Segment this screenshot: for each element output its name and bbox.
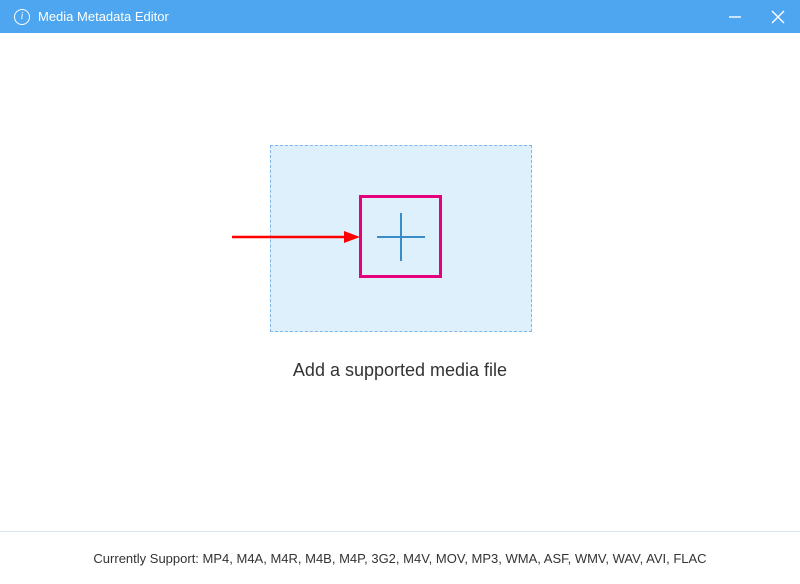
add-file-highlight[interactable] — [359, 195, 442, 278]
dropzone-caption: Add a supported media file — [0, 360, 800, 381]
minimize-button[interactable] — [728, 10, 742, 24]
window-titlebar: i Media Metadata Editor — [0, 0, 800, 33]
titlebar-controls — [728, 9, 786, 25]
window-title: Media Metadata Editor — [38, 9, 169, 24]
main-area: Add a supported media file — [0, 33, 800, 530]
minimize-icon — [728, 10, 742, 24]
info-icon: i — [14, 9, 30, 25]
close-button[interactable] — [770, 9, 786, 25]
footer-label: Currently Support: — [93, 551, 202, 566]
footer-text: Currently Support: MP4, M4A, M4R, M4B, M… — [93, 551, 706, 566]
plus-icon — [375, 211, 427, 263]
titlebar-left: i Media Metadata Editor — [14, 9, 169, 25]
info-glyph: i — [21, 11, 24, 22]
footer-formats: MP4, M4A, M4R, M4B, M4P, 3G2, M4V, MOV, … — [203, 551, 707, 566]
footer: Currently Support: MP4, M4A, M4R, M4B, M… — [0, 531, 800, 584]
close-icon — [770, 9, 786, 25]
